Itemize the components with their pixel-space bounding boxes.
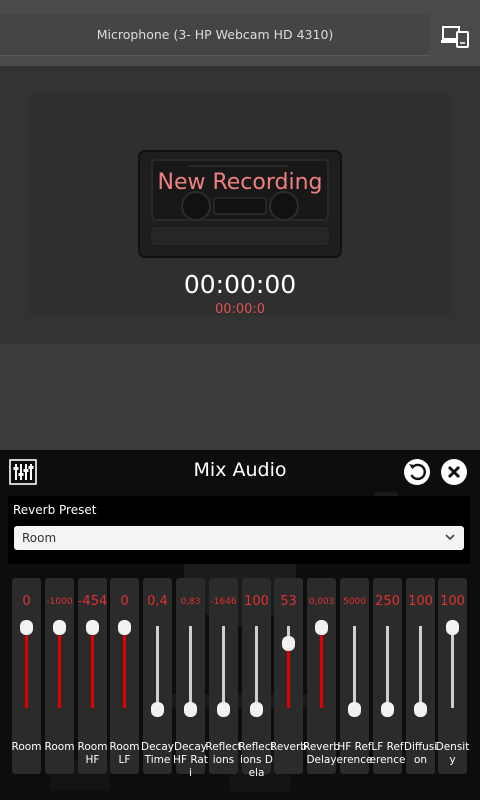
slider-knob[interactable] bbox=[381, 702, 394, 717]
recording-sub-timer: 00:00:0 bbox=[214, 302, 266, 317]
lower-background bbox=[0, 344, 480, 450]
slider-track[interactable] bbox=[156, 626, 159, 708]
slider-label: Reflections bbox=[205, 741, 242, 766]
slider-knob[interactable] bbox=[348, 702, 361, 717]
slider-knob[interactable] bbox=[184, 702, 197, 717]
slider-knob[interactable] bbox=[53, 620, 66, 635]
slider-track[interactable] bbox=[419, 626, 422, 708]
slider-track[interactable] bbox=[386, 626, 389, 708]
slider-value: 100 bbox=[440, 594, 465, 609]
slider-knob[interactable] bbox=[118, 620, 131, 635]
slider-label: Density bbox=[435, 741, 470, 766]
input-device-selector[interactable]: Microphone (3- HP Webcam HD 4310) bbox=[0, 14, 430, 56]
slider-track[interactable] bbox=[255, 626, 258, 708]
top-bar: Microphone (3- HP Webcam HD 4310) bbox=[0, 0, 480, 66]
slider-0[interactable]: 0 Room bbox=[12, 578, 41, 774]
slider-knob[interactable] bbox=[20, 620, 33, 635]
slider-knob[interactable] bbox=[282, 636, 295, 651]
slider-label: Decay HF Rati bbox=[173, 741, 208, 779]
slider-fill bbox=[25, 626, 28, 708]
slider-label: Room bbox=[44, 741, 75, 753]
slider-label: Reverb Delay bbox=[303, 741, 340, 766]
slider-track[interactable] bbox=[189, 626, 192, 708]
mix-audio-panel: Mix Audio Reverb Preset Room 0 Room -1000 R… bbox=[0, 450, 480, 800]
slider-3[interactable]: 0 Room LF bbox=[110, 578, 139, 774]
reverb-preset-value: Room bbox=[22, 531, 57, 545]
panel-header: Mix Audio bbox=[0, 450, 480, 492]
recorder-area: New Recording 00:00:00 00:00:0 bbox=[0, 66, 480, 344]
slider-track[interactable] bbox=[222, 626, 225, 708]
slider-4[interactable]: 0,4 Decay Time bbox=[141, 578, 174, 774]
slider-11[interactable]: 250 LF Reference bbox=[370, 578, 405, 774]
slider-9[interactable]: 0,003 Reverb Delay bbox=[303, 578, 340, 774]
slider-5[interactable]: 0,83 Decay HF Rati bbox=[173, 578, 208, 779]
reset-icon[interactable] bbox=[403, 458, 431, 486]
slider-label: HF Reference bbox=[336, 741, 373, 766]
reverb-preset-select[interactable]: Room bbox=[14, 526, 464, 550]
slider-12[interactable]: 100 Diffusion bbox=[404, 578, 437, 774]
slider-7[interactable]: 100 Reflections Dela bbox=[238, 578, 275, 779]
slider-label: Decay Time bbox=[141, 741, 174, 766]
reverb-preset-section: Reverb Preset Room bbox=[8, 496, 470, 564]
slider-label: Reverb bbox=[270, 741, 307, 753]
slider-label: Room bbox=[11, 741, 42, 753]
slider-label: LF Reference bbox=[369, 741, 406, 766]
reverb-preset-label: Reverb Preset bbox=[13, 503, 97, 517]
slider-knob[interactable] bbox=[217, 702, 230, 717]
slider-knob[interactable] bbox=[446, 620, 459, 635]
slider-knob[interactable] bbox=[250, 702, 263, 717]
recording-timer: 00:00:00 bbox=[183, 270, 297, 299]
slider-track[interactable] bbox=[353, 626, 356, 708]
slider-knob[interactable] bbox=[151, 702, 164, 717]
slider-fill bbox=[320, 626, 323, 708]
slider-10[interactable]: 5000 HF Reference bbox=[337, 578, 372, 774]
slider-1[interactable]: -1000 Room bbox=[45, 578, 74, 774]
slider-knob[interactable] bbox=[86, 620, 99, 635]
slider-label: Room LF bbox=[109, 741, 140, 766]
slider-fill bbox=[287, 642, 290, 708]
slider-knob[interactable] bbox=[315, 620, 328, 635]
slider-knob[interactable] bbox=[414, 702, 427, 717]
input-device-label: Microphone (3- HP Webcam HD 4310) bbox=[96, 27, 334, 42]
slider-6[interactable]: -1646 Reflections bbox=[205, 578, 242, 774]
recording-title: New Recording bbox=[157, 170, 323, 195]
reverb-sliders: 0 Room -1000 Room -454 Room HF 0 Room LF 0,4 Deca… bbox=[0, 578, 480, 779]
slider-8[interactable]: 53 Reverb bbox=[270, 578, 307, 774]
slider-fill bbox=[58, 626, 61, 708]
close-icon[interactable] bbox=[440, 458, 468, 486]
slider-2[interactable]: -454 Room HF bbox=[78, 578, 107, 774]
slider-fill bbox=[123, 626, 126, 708]
cassette-icon bbox=[138, 150, 342, 258]
chevron-down-icon bbox=[445, 534, 455, 541]
slider-13[interactable]: 100 Density bbox=[436, 578, 469, 774]
devices-icon[interactable] bbox=[440, 24, 470, 50]
slider-fill bbox=[91, 626, 94, 708]
slider-track[interactable] bbox=[451, 626, 454, 708]
